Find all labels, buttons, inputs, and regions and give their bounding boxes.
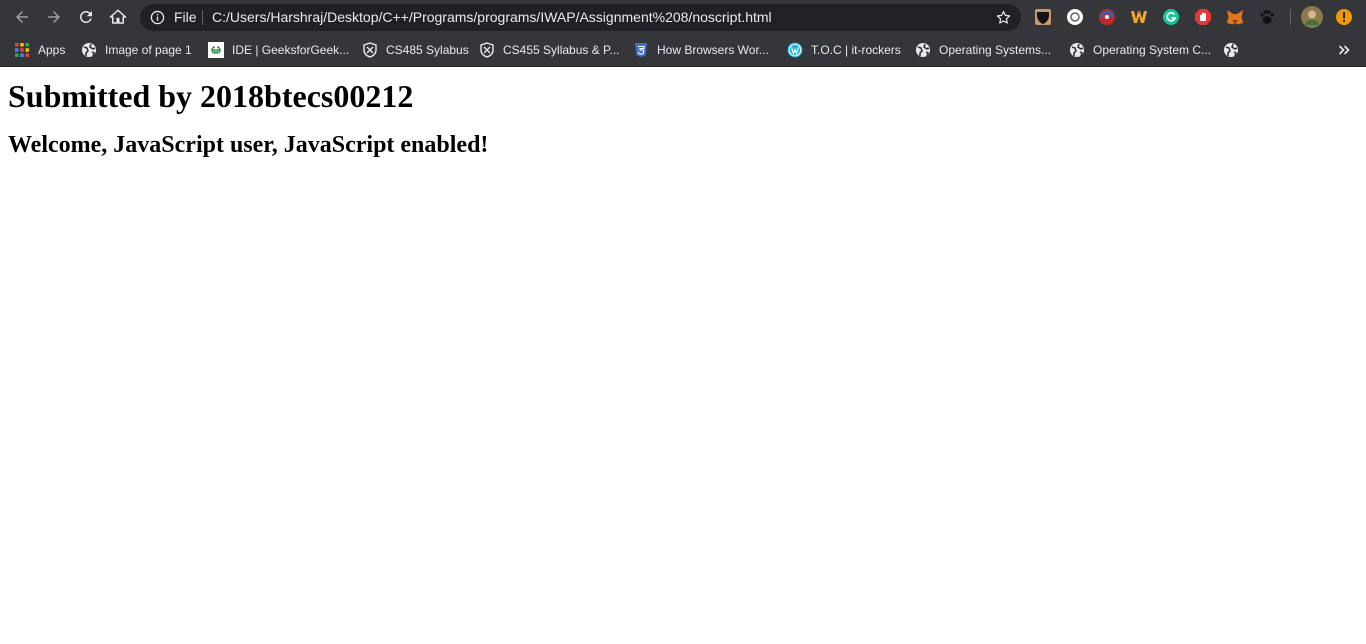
bookmark-cs455-syllabus[interactable]: CS455 Syllabus & P... [479,34,620,66]
globe-icon [1224,43,1238,57]
bookmark-how-browsers-work[interactable]: How Browsers Wor... [633,34,769,66]
paw-extension[interactable] [1258,8,1276,26]
scheme-label: File [174,9,197,25]
globe-icon [916,43,930,57]
update-badge[interactable] [1335,8,1353,26]
address-bar[interactable]: File C:/Users/Harshraj/Desktop/C++/Progr… [140,4,1021,31]
globe-icon [1070,43,1084,57]
chevron-double-right-icon[interactable] [1336,42,1352,58]
bookmark-toc-it-rockers[interactable]: T.O.C | it-rockers [787,34,901,66]
wordpress-icon [787,42,803,58]
globe-icon [82,43,96,57]
geeksforgeeks-icon [208,42,224,58]
w-extension-icon [1131,11,1147,23]
bookmark-label: T.O.C | it-rockers [811,43,901,57]
paw-extension-icon [1260,10,1274,24]
adblock-extension[interactable] [1194,8,1212,26]
bookmark-apps[interactable]: Apps [14,34,65,66]
omnibox-separator [202,10,203,25]
reload-icon [79,10,92,23]
browser-toolbar: File C:/Users/Harshraj/Desktop/C++/Progr… [0,0,1366,34]
circle-extension-icon [1067,9,1083,25]
update-warning-icon [1336,9,1352,25]
bookmark-label: Image of page 1 [105,43,192,57]
dark-reader-extension[interactable] [1034,8,1052,26]
bookmark-cs485-sylabus[interactable]: CS485 Sylabus [362,34,469,66]
bookmark-label: How Browsers Wor... [657,43,769,57]
bookmark-label: Operating Systems... [939,43,1052,57]
forward-button[interactable] [42,5,66,29]
welcome-message: Welcome, JavaScript user, JavaScript ena… [8,132,489,158]
bookmark-image-of-page-1[interactable]: Image of page 1 [81,34,192,66]
metamask-extension-icon [1227,10,1243,25]
vpn-extension[interactable] [1098,8,1116,26]
metamask-extension[interactable] [1226,8,1244,26]
grammarly-extension-icon [1163,9,1179,25]
grammarly-extension[interactable] [1162,8,1180,26]
bookmark-label: CS455 Syllabus & P... [503,43,620,57]
reload-button[interactable] [74,5,98,29]
circle-extension[interactable] [1066,8,1084,26]
home-icon [109,9,127,24]
bookmark-label: CS485 Sylabus [386,43,469,57]
bookmarks-bar: Apps Image of page 1 IDE | GeeksforGeek.… [0,34,1366,67]
forward-icon [48,11,60,23]
page-heading: Submitted by 2018btecs00212 [8,78,414,114]
home-button[interactable] [106,5,130,29]
page-content: Submitted by 2018btecs00212 Welcome, Jav… [0,68,1366,644]
info-icon[interactable] [150,10,165,25]
bookmark-label: IDE | GeeksforGeek... [232,43,350,57]
bookmark-operating-systems[interactable]: Operating Systems... [915,34,1051,66]
url-text[interactable]: C:/Users/Harshraj/Desktop/C++/Programs/p… [212,9,772,26]
w-extension[interactable] [1130,8,1148,26]
bookmark-label: Apps [38,43,66,57]
apps-grid-icon [15,43,29,57]
shield-icon [363,42,377,58]
bookmark-untitled[interactable] [1223,34,1247,66]
bookmark-operating-system-c[interactable]: Operating System C... [1069,34,1211,66]
back-icon [16,11,28,23]
vpn-extension-icon [1099,9,1115,25]
html5-icon [635,43,647,57]
avatar-icon [1301,6,1323,28]
adblock-extension-icon [1195,9,1211,25]
bookmark-geeksforgeeks[interactable]: IDE | GeeksforGeek... [208,34,349,66]
shield-icon [480,42,494,58]
toolbar-divider [1290,9,1291,25]
dark-reader-extension-icon [1035,9,1051,25]
bookmark-label: Operating System C... [1093,43,1212,57]
bookmark-star-icon[interactable] [995,9,1012,26]
back-button[interactable] [10,5,34,29]
profile-avatar[interactable] [1301,6,1323,28]
